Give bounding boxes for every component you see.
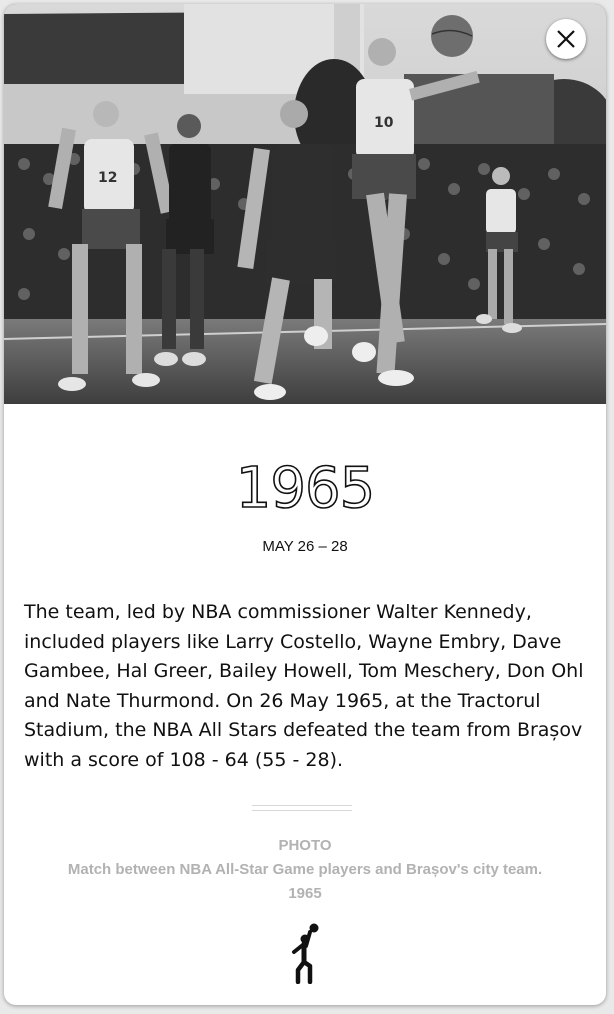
event-photo: 12 10: [4, 4, 606, 404]
svg-text:10: 10: [374, 115, 394, 131]
event-description: The team, led by NBA commissioner Walter…: [24, 601, 584, 771]
event-card: 12 10 1965 MAY 26 – 28 The team, led by …: [4, 4, 606, 1005]
svg-text:12: 12: [98, 170, 117, 186]
caption-label: PHOTO: [278, 837, 332, 854]
caption-text: Match between NBA All-Star Game players …: [67, 861, 543, 878]
event-year: 1965: [235, 455, 376, 522]
event-date: MAY 26 – 28: [262, 538, 348, 555]
divider: [252, 805, 352, 811]
basketball-player-icon: [284, 922, 324, 985]
close-icon: [557, 30, 575, 48]
close-button[interactable]: [546, 19, 586, 59]
caption-year: 1965: [288, 885, 322, 902]
